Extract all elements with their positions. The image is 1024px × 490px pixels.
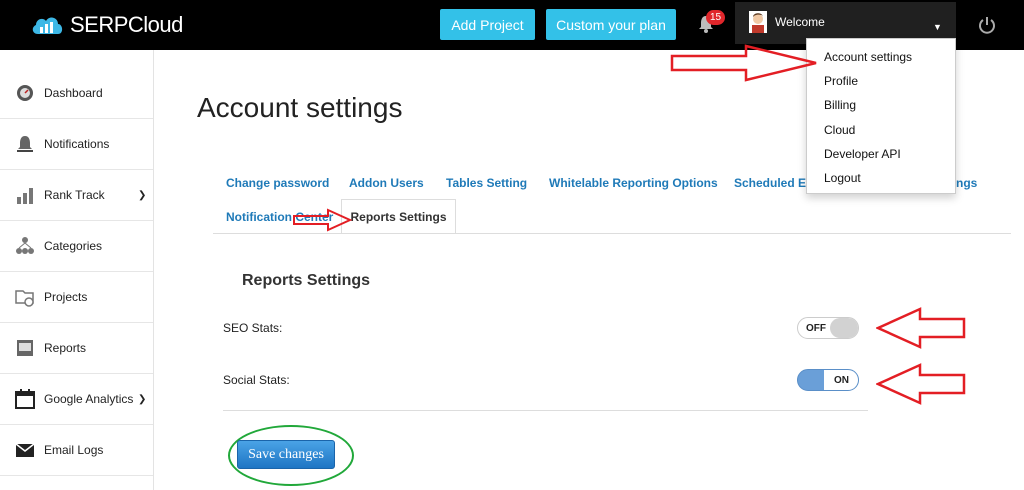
cloud-logo-icon: [32, 17, 63, 34]
logo[interactable]: SERPCloud: [30, 12, 183, 38]
folder-clock-icon: [15, 290, 34, 307]
welcome-label: Welcome: [775, 15, 825, 29]
add-project-button[interactable]: Add Project: [440, 9, 535, 40]
annotation-arrow-right: [293, 208, 353, 232]
sidebar-item-label: Categories: [44, 239, 103, 253]
calendar-icon: [15, 389, 35, 409]
sidebar-item-label: Reports: [44, 341, 87, 355]
tab-divider: [213, 233, 1011, 234]
sidebar-item-categories[interactable]: Categories: [0, 221, 153, 272]
page-title: Account settings: [197, 92, 403, 123]
menu-item-logout[interactable]: Logout: [824, 171, 861, 185]
user-dropdown-menu: Account settings Profile Billing Cloud D…: [806, 38, 956, 194]
tab-whitelable-reporting[interactable]: Whitelable Reporting Options: [549, 176, 718, 190]
sidebar: Dashboard Notifications Rank Track ❯ Cat…: [0, 50, 154, 490]
tab-scheduled-emails[interactable]: Scheduled Em: [734, 176, 817, 190]
avatar: [749, 11, 767, 33]
tab-addon-users[interactable]: Addon Users: [349, 176, 424, 190]
sidebar-item-email-logs[interactable]: Email Logs: [0, 425, 153, 476]
save-changes-button[interactable]: Save changes: [237, 440, 335, 469]
seo-stats-label: SEO Stats:: [223, 321, 283, 335]
chevron-down-icon: ❯: [138, 189, 147, 201]
menu-item-cloud[interactable]: Cloud: [824, 123, 855, 137]
sidebar-item-google-analytics[interactable]: Google Analytics ❯: [0, 374, 153, 425]
dashboard-gauge-icon: [17, 85, 33, 101]
section-title: Reports Settings: [242, 272, 371, 289]
menu-item-account-settings[interactable]: Account settings: [824, 50, 912, 64]
toggle-state-label: ON: [834, 375, 849, 386]
sidebar-item-label: Dashboard: [44, 86, 103, 100]
chevron-down-icon: ▼: [933, 22, 942, 32]
sidebar-item-label: Google Analytics: [44, 392, 134, 406]
envelope-icon: [15, 443, 35, 457]
sidebar-item-projects[interactable]: Projects: [0, 272, 153, 323]
form-divider: [223, 410, 868, 411]
power-icon[interactable]: [977, 15, 997, 35]
sidebar-item-reports[interactable]: Reports: [0, 323, 153, 374]
report-icon: [17, 340, 33, 356]
social-stats-label: Social Stats:: [223, 373, 290, 387]
sidebar-item-label: Rank Track: [44, 188, 105, 202]
seo-stats-toggle[interactable]: OFF: [797, 317, 859, 339]
tab-settings-partial[interactable]: ngs: [956, 176, 977, 190]
tab-reports-settings[interactable]: Reports Settings: [341, 199, 456, 234]
tab-tables-setting[interactable]: Tables Setting: [446, 176, 527, 190]
sidebar-item-label: Email Logs: [44, 443, 104, 457]
tab-change-password[interactable]: Change password: [226, 176, 329, 190]
toggle-knob: [830, 318, 858, 338]
sidebar-item-notifications[interactable]: Notifications: [0, 119, 153, 170]
social-stats-toggle[interactable]: ON: [797, 369, 859, 391]
hierarchy-icon: [16, 237, 34, 254]
menu-item-profile[interactable]: Profile: [824, 74, 858, 88]
notification-badge: 15: [706, 10, 725, 25]
toggle-state-label: OFF: [806, 323, 826, 334]
logo-text: SERPCloud: [70, 12, 183, 37]
menu-item-billing[interactable]: Billing: [824, 98, 856, 112]
sidebar-item-label: Projects: [44, 290, 88, 304]
sidebar-item-label: Notifications: [44, 137, 110, 151]
sidebar-item-rank-track[interactable]: Rank Track ❯: [0, 170, 153, 221]
sidebar-item-dashboard[interactable]: Dashboard: [0, 68, 153, 119]
annotation-arrow-right: [670, 44, 817, 82]
chevron-down-icon: ❯: [138, 393, 147, 405]
custom-plan-button[interactable]: Custom your plan: [546, 9, 676, 40]
annotation-arrow-left: [876, 363, 966, 405]
menu-item-developer-api[interactable]: Developer API: [824, 147, 901, 161]
bar-chart-icon: [17, 188, 33, 204]
annotation-arrow-left: [876, 307, 966, 349]
notification-bell-icon: [17, 136, 33, 152]
